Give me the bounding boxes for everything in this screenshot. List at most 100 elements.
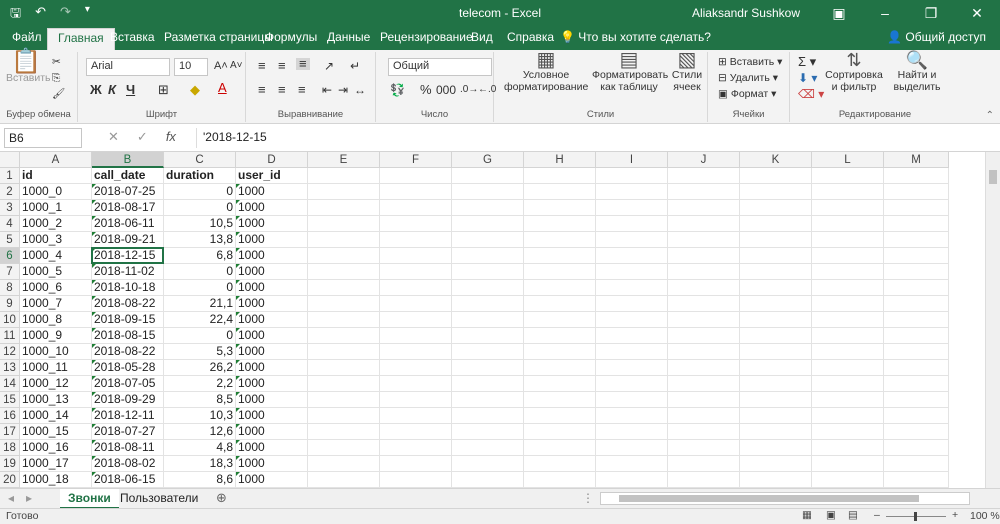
cell-h15[interactable]: [524, 392, 596, 408]
cell-k13[interactable]: [740, 360, 812, 376]
row-header[interactable]: 8: [0, 280, 20, 296]
cell-e17[interactable]: [308, 424, 380, 440]
cell-i20[interactable]: [596, 472, 668, 488]
fill-icon[interactable]: ⬇ ▾: [798, 72, 817, 84]
column-header-h[interactable]: H: [524, 152, 596, 168]
cell-f7[interactable]: [380, 264, 452, 280]
cell-l9[interactable]: [812, 296, 884, 312]
cell-c20[interactable]: 8,6: [164, 472, 236, 488]
font-grow-icon[interactable]: A˄: [214, 60, 228, 72]
cell-m4[interactable]: [884, 216, 949, 232]
row-header[interactable]: 6: [0, 248, 20, 264]
cell-l10[interactable]: [812, 312, 884, 328]
cell-f17[interactable]: [380, 424, 452, 440]
zoom-in-icon[interactable]: +: [952, 509, 958, 521]
cell-d13[interactable]: 1000: [236, 360, 308, 376]
minimize-icon[interactable]: –: [862, 0, 908, 26]
tab-split-handle[interactable]: ⋮: [582, 491, 594, 505]
cell-h9[interactable]: [524, 296, 596, 312]
cell-e13[interactable]: [308, 360, 380, 376]
cell-e18[interactable]: [308, 440, 380, 456]
cell-f1[interactable]: [380, 168, 452, 184]
increase-decimal-icon[interactable]: .0→: [460, 84, 478, 96]
cell-d18[interactable]: 1000: [236, 440, 308, 456]
cell-i14[interactable]: [596, 376, 668, 392]
cell-j17[interactable]: [668, 424, 740, 440]
number-format-combo[interactable]: Общий: [388, 58, 492, 76]
cell-a9[interactable]: 1000_7: [20, 296, 92, 312]
tab-formulas[interactable]: Формулы: [265, 30, 317, 44]
cell-a7[interactable]: 1000_5: [20, 264, 92, 280]
cell-f4[interactable]: [380, 216, 452, 232]
cell-h8[interactable]: [524, 280, 596, 296]
cell-m9[interactable]: [884, 296, 949, 312]
cell-a1[interactable]: id: [20, 168, 92, 184]
cell-k16[interactable]: [740, 408, 812, 424]
cell-m6[interactable]: [884, 248, 949, 264]
cell-l8[interactable]: [812, 280, 884, 296]
cell-e5[interactable]: [308, 232, 380, 248]
cell-k3[interactable]: [740, 200, 812, 216]
align-bottom-icon[interactable]: ≡: [296, 57, 310, 70]
add-sheet-icon[interactable]: ⊕: [216, 490, 227, 506]
cell-e11[interactable]: [308, 328, 380, 344]
cell-c2[interactable]: 0: [164, 184, 236, 200]
cell-c6[interactable]: 6,8: [164, 248, 236, 264]
cell-b20[interactable]: 2018-06-15: [92, 472, 164, 488]
tab-view[interactable]: Вид: [471, 30, 493, 44]
cell-f19[interactable]: [380, 456, 452, 472]
cell-a19[interactable]: 1000_17: [20, 456, 92, 472]
cell-m8[interactable]: [884, 280, 949, 296]
cell-f11[interactable]: [380, 328, 452, 344]
cell-e6[interactable]: [308, 248, 380, 264]
cell-g5[interactable]: [452, 232, 524, 248]
cell-e20[interactable]: [308, 472, 380, 488]
cell-b4[interactable]: 2018-06-11: [92, 216, 164, 232]
cell-h14[interactable]: [524, 376, 596, 392]
cell-j10[interactable]: [668, 312, 740, 328]
cell-i7[interactable]: [596, 264, 668, 280]
sheet-tab-calls[interactable]: Звонки: [60, 489, 119, 509]
cell-c8[interactable]: 0: [164, 280, 236, 296]
comma-style-icon[interactable]: 000: [436, 84, 456, 96]
cell-g7[interactable]: [452, 264, 524, 280]
cell-h13[interactable]: [524, 360, 596, 376]
column-header-b[interactable]: B: [92, 152, 164, 168]
fill-color-icon[interactable]: ◆: [190, 83, 200, 96]
cell-a6[interactable]: 1000_4: [20, 248, 92, 264]
cell-l13[interactable]: [812, 360, 884, 376]
cell-k2[interactable]: [740, 184, 812, 200]
column-header-l[interactable]: L: [812, 152, 884, 168]
cell-j2[interactable]: [668, 184, 740, 200]
cell-g9[interactable]: [452, 296, 524, 312]
cell-l2[interactable]: [812, 184, 884, 200]
cell-d4[interactable]: 1000: [236, 216, 308, 232]
cell-k12[interactable]: [740, 344, 812, 360]
cell-j12[interactable]: [668, 344, 740, 360]
cell-h10[interactable]: [524, 312, 596, 328]
cell-d12[interactable]: 1000: [236, 344, 308, 360]
indent-increase-icon[interactable]: ⇥: [338, 84, 348, 96]
cell-g19[interactable]: [452, 456, 524, 472]
column-header-i[interactable]: I: [596, 152, 668, 168]
insert-function-icon[interactable]: fx: [166, 129, 176, 145]
cell-f6[interactable]: [380, 248, 452, 264]
cell-c11[interactable]: 0: [164, 328, 236, 344]
cell-m11[interactable]: [884, 328, 949, 344]
row-header[interactable]: 2: [0, 184, 20, 200]
cell-k9[interactable]: [740, 296, 812, 312]
cell-m12[interactable]: [884, 344, 949, 360]
cell-j14[interactable]: [668, 376, 740, 392]
cell-b5[interactable]: 2018-09-21: [92, 232, 164, 248]
cell-c1[interactable]: duration: [164, 168, 236, 184]
underline-button[interactable]: Ч: [126, 83, 135, 96]
column-header-e[interactable]: E: [308, 152, 380, 168]
cell-l15[interactable]: [812, 392, 884, 408]
worksheet-grid[interactable]: A B C D E F G H I J K L M 1 id call_date duration user_id…: [0, 152, 985, 488]
italic-button[interactable]: К: [108, 83, 116, 96]
row-header[interactable]: 18: [0, 440, 20, 456]
cell-d14[interactable]: 1000: [236, 376, 308, 392]
cell-m18[interactable]: [884, 440, 949, 456]
cell-a20[interactable]: 1000_18: [20, 472, 92, 488]
cell-e14[interactable]: [308, 376, 380, 392]
